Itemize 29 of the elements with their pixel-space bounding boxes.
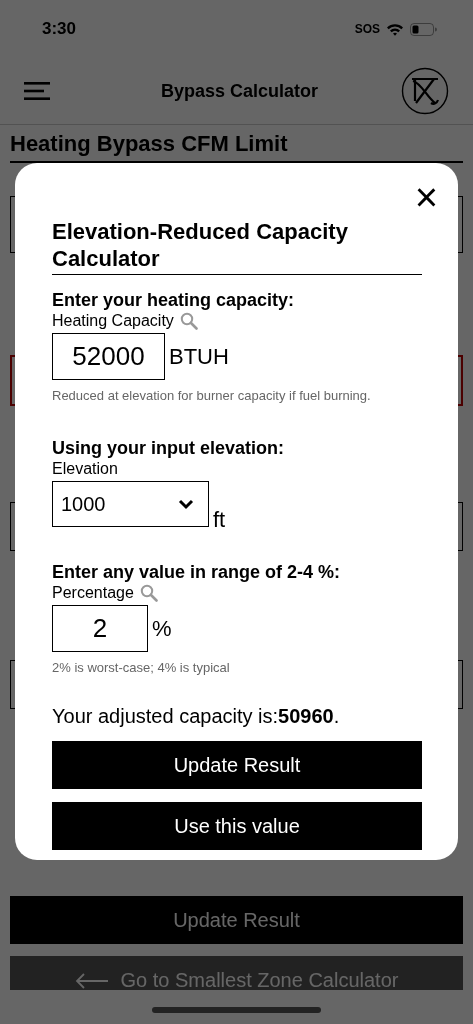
prompt-text: Enter any value in range of 2-4 %: [52,561,342,583]
input-field[interactable]: 2 [52,605,148,652]
wifi-icon [386,22,404,36]
action-button[interactable]: Use this value [52,802,422,850]
result-text: Your adjusted capacity is:50960. [52,705,341,728]
hint-text: 2% is worst-case; 4% is typical [52,660,231,675]
input-field[interactable]: 52000 [52,333,165,380]
field-label: Heating Capacity [52,312,174,330]
dialog-title: Elevation-Reduced Capacity Calculator [52,218,422,275]
chevron-down-icon [178,498,194,510]
prompt-text: Using your input elevation: [52,437,285,459]
carrier-label: SOS [354,22,380,36]
unit-label: ft [213,507,226,533]
menu-button[interactable] [24,82,50,100]
update-button[interactable]: Update Result [10,896,463,944]
close-button[interactable]: × [414,177,438,217]
app-title: Bypass Calculator [160,80,319,102]
unit-label: % [152,615,172,642]
unit-label: BTUH [169,343,229,370]
field-label: Elevation [52,460,118,478]
field-label: Percentage [52,584,134,602]
dropdown[interactable]: 1000 [52,481,209,527]
action-button[interactable]: Update Result [52,741,422,789]
menu-icon [24,82,50,100]
logo-icon [401,67,449,115]
left-arrow-icon [74,972,109,989]
prompt-text: Enter your heating capacity: [52,289,296,311]
status-time: 3:30 [42,19,77,39]
hint-text: Reduced at elevation for burner capacity if fuel burning. [52,388,372,403]
